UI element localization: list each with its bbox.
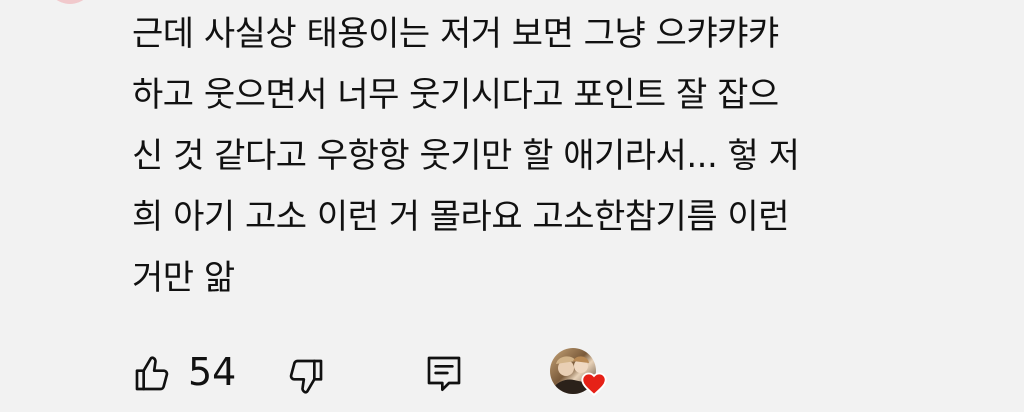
comment-item: 근데 사실상 태용이는 저거 보면 그냥 으캬캬캬 하고 웃으면서 너무 웃기시… [0,0,1024,412]
comment-line: 거만 앎 [132,258,235,298]
comment-line: 근데 사실상 태용이는 저거 보면 그냥 으캬캬캬 [132,14,779,54]
thumbs-up-icon[interactable] [132,354,172,394]
comment-line: 희 아기 고소 이런 거 몰라요 고소한참기름 이런 [132,197,789,237]
comment-line: 신 것 같다고 우항항 웃기만 할 애기라서... 헣 저 [132,136,800,176]
creator-heart[interactable] [550,348,610,400]
comment-line: 하고 웃으면서 너무 웃기시다고 포인트 잘 잡으 [132,75,779,115]
thumbs-down-icon[interactable] [286,356,326,396]
heart-icon [581,372,607,397]
avatar[interactable] [46,0,94,4]
like-count: 54 [188,350,237,394]
comment-text: 근데 사실상 태용이는 저거 보면 그냥 으캬캬캬 하고 웃으면서 너무 웃기시… [132,4,962,309]
reply-comment-icon[interactable] [424,352,464,394]
comment-action-bar: 54 [0,340,1024,404]
